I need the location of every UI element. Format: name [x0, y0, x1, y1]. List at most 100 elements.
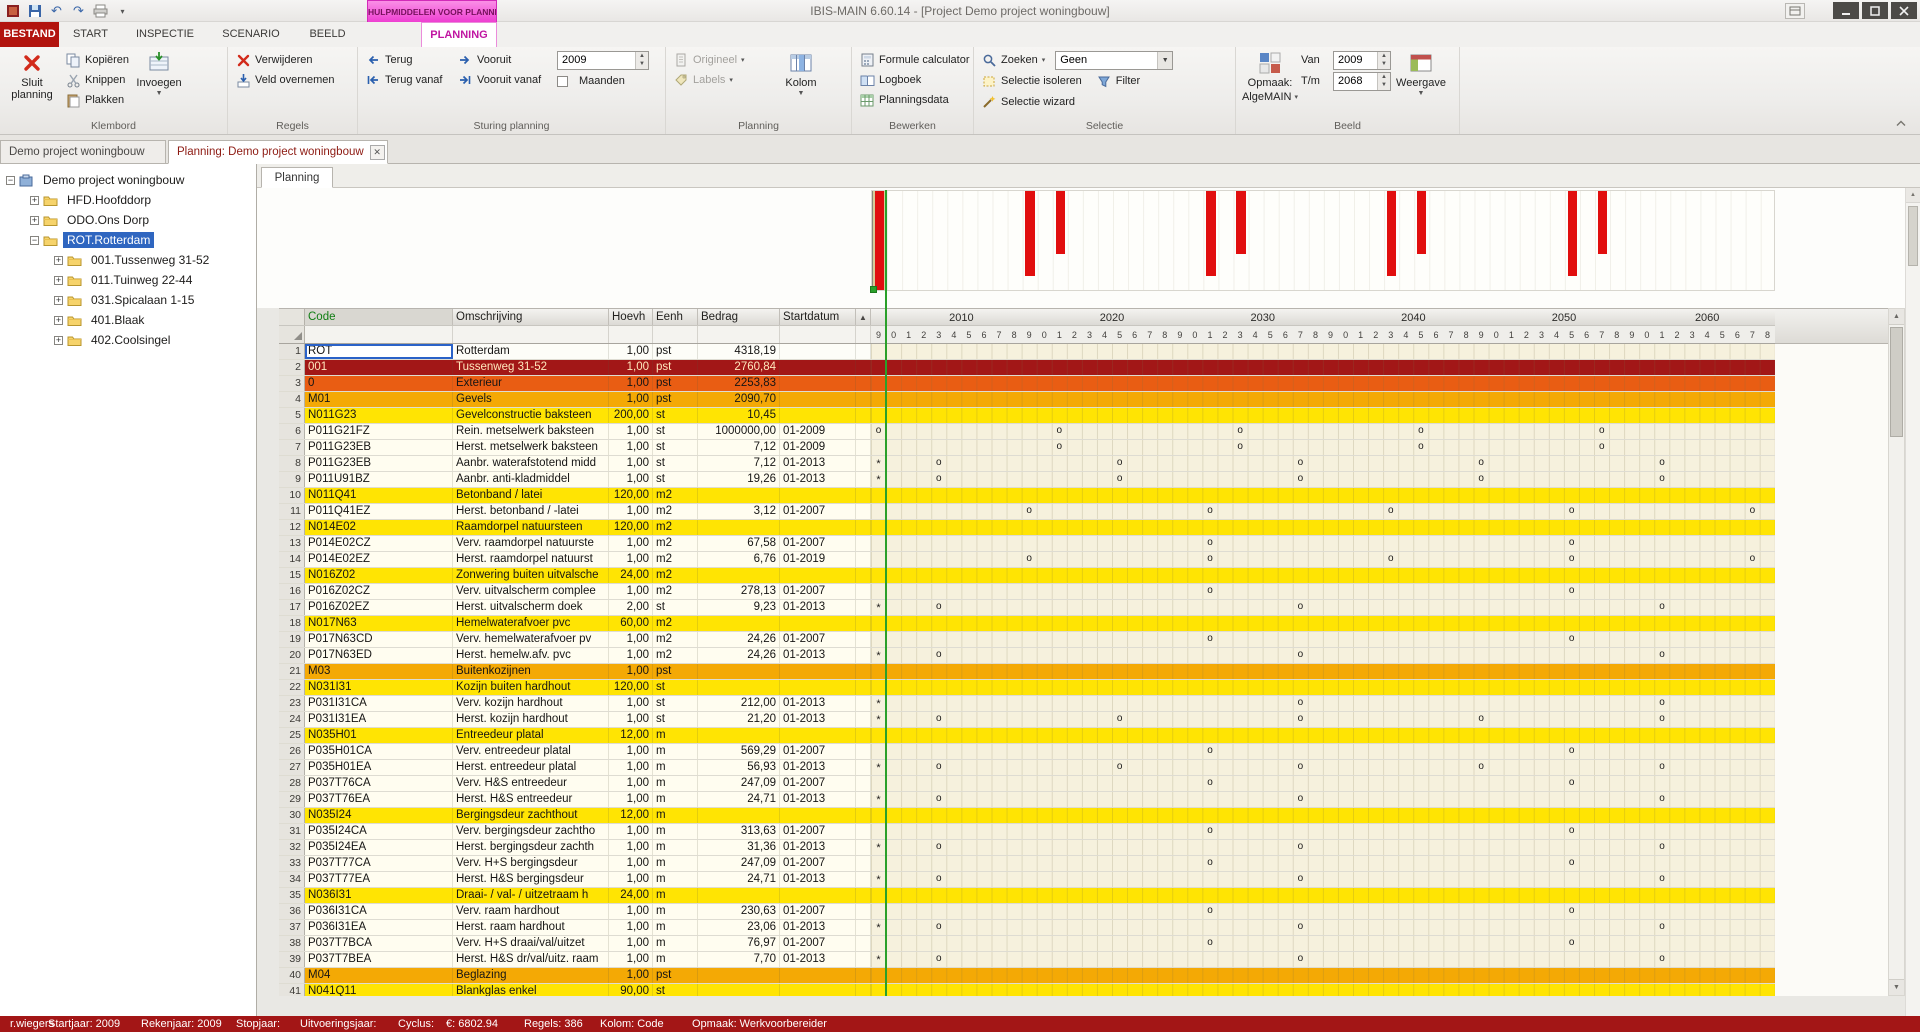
- cell-startdatum[interactable]: 01-2019: [780, 552, 856, 567]
- cell-eenheid[interactable]: m2: [653, 568, 698, 583]
- row-timeline[interactable]: [871, 680, 1775, 695]
- cell-startdatum[interactable]: 01-2013: [780, 712, 856, 727]
- cell-hoeveelheid[interactable]: 120,00: [609, 488, 653, 503]
- row-timeline[interactable]: oo: [871, 584, 1775, 599]
- grid-row[interactable]: 37P036I31EAHerst. raam hardhout1,00m23,0…: [279, 920, 1775, 936]
- cell-eenheid[interactable]: m: [653, 856, 698, 871]
- cell-omschrijving[interactable]: Herst. uitvalscherm doek: [453, 600, 609, 615]
- grid-row[interactable]: 24P031I31EAHerst. kozijn hardhout1,00st2…: [279, 712, 1775, 728]
- row-timeline[interactable]: [871, 360, 1775, 375]
- cell-code[interactable]: N016Z02: [305, 568, 453, 583]
- cell-hoeveelheid[interactable]: 60,00: [609, 616, 653, 631]
- cell-hoeveelheid[interactable]: 1,00: [609, 472, 653, 487]
- close-tab-icon[interactable]: ✕: [370, 145, 385, 160]
- grid-row[interactable]: 16P016Z02CZVerv. uitvalscherm complee1,0…: [279, 584, 1775, 600]
- planning-year-spinner[interactable]: 2009 ▲▼: [557, 51, 649, 70]
- cell-omschrijving[interactable]: Verv. H+S bergingsdeur: [453, 856, 609, 871]
- cell-eenheid[interactable]: pst: [653, 664, 698, 679]
- cell-omschrijving[interactable]: Blankglas enkel: [453, 984, 609, 996]
- terug-vanaf-button[interactable]: Terug vanaf: [361, 70, 453, 90]
- cell-eenheid[interactable]: m2: [653, 536, 698, 551]
- cell-eenheid[interactable]: m: [653, 904, 698, 919]
- cell-code[interactable]: N011Q41: [305, 488, 453, 503]
- cell-hoeveelheid[interactable]: 1,00: [609, 712, 653, 727]
- row-timeline[interactable]: *ooooo: [871, 472, 1775, 487]
- row-timeline[interactable]: [871, 520, 1775, 535]
- cell-startdatum[interactable]: [780, 376, 856, 391]
- cell-omschrijving[interactable]: Verv. raam hardhout: [453, 904, 609, 919]
- cell-bedrag[interactable]: 4318,19: [698, 344, 780, 359]
- cell-hoeveelheid[interactable]: 1,00: [609, 696, 653, 711]
- cell-eenheid[interactable]: st: [653, 696, 698, 711]
- grid-row[interactable]: 5N011G23Gevelconstructie baksteen200,00s…: [279, 408, 1775, 424]
- grid-row[interactable]: 6P011G21FZRein. metselwerk baksteen1,00s…: [279, 424, 1775, 440]
- grid-row[interactable]: 11P011Q41EZHerst. betonband / -latei1,00…: [279, 504, 1775, 520]
- logboek-button[interactable]: Logboek: [855, 70, 973, 90]
- cell-startdatum[interactable]: 01-2013: [780, 792, 856, 807]
- tab-planning-document[interactable]: Planning: Demo project woningbouw ✕: [168, 140, 388, 164]
- cell-bedrag[interactable]: [698, 616, 780, 631]
- cell-eenheid[interactable]: st: [653, 680, 698, 695]
- cell-hoeveelheid[interactable]: 1,00: [609, 744, 653, 759]
- cell-startdatum[interactable]: 01-2007: [780, 504, 856, 519]
- cell-bedrag[interactable]: [698, 968, 780, 983]
- combo-caret-icon[interactable]: ▼: [1157, 52, 1172, 69]
- cell-code[interactable]: P011U91BZ: [305, 472, 453, 487]
- cell-code[interactable]: P037T77EA: [305, 872, 453, 887]
- grid-row[interactable]: 7P011G23EBHerst. metselwerk baksteen1,00…: [279, 440, 1775, 456]
- scroll-up-icon[interactable]: ▲: [1889, 309, 1904, 325]
- grid-row[interactable]: 28P037T76CAVerv. H&S entreedeur1,00m247,…: [279, 776, 1775, 792]
- cell-bedrag[interactable]: 10,45: [698, 408, 780, 423]
- cell-startdatum[interactable]: [780, 888, 856, 903]
- cell-bedrag[interactable]: [698, 680, 780, 695]
- spin-down-icon[interactable]: ▼: [1378, 60, 1390, 69]
- tab-planning[interactable]: PLANNING: [421, 22, 497, 47]
- cell-eenheid[interactable]: m2: [653, 632, 698, 647]
- grid-vertical-scrollbar[interactable]: ▲ ▼: [1888, 308, 1905, 996]
- grid-row[interactable]: 12N014E02Raamdorpel natuursteen120,00m2: [279, 520, 1775, 536]
- cell-hoeveelheid[interactable]: 1,00: [609, 920, 653, 935]
- grid-row[interactable]: 26P035H01CAVerv. entreedeur platal1,00m5…: [279, 744, 1775, 760]
- cell-startdatum[interactable]: 01-2009: [780, 440, 856, 455]
- tab-inspectie[interactable]: INSPECTIE: [122, 22, 208, 47]
- row-timeline[interactable]: *oo: [871, 696, 1775, 711]
- cell-startdatum[interactable]: 01-2013: [780, 872, 856, 887]
- cell-code[interactable]: N035I24: [305, 808, 453, 823]
- tree-item[interactable]: +401.Blaak: [0, 310, 256, 330]
- grid-row[interactable]: 9P011U91BZAanbr. anti-kladmiddel1,00st19…: [279, 472, 1775, 488]
- grid-row[interactable]: 33P037T77CAVerv. H+S bergingsdeur1,00m24…: [279, 856, 1775, 872]
- cell-bedrag[interactable]: [698, 568, 780, 583]
- cell-code[interactable]: P014E02CZ: [305, 536, 453, 551]
- scrollbar-thumb[interactable]: [1890, 327, 1903, 437]
- filter-cell-startdatum[interactable]: [780, 326, 856, 343]
- grid-row[interactable]: 13P014E02CZVerv. raamdorpel natuurste1,0…: [279, 536, 1775, 552]
- cell-hoeveelheid[interactable]: 1,00: [609, 760, 653, 775]
- cell-hoeveelheid[interactable]: 1,00: [609, 632, 653, 647]
- selectie-wizard-button[interactable]: Selectie wizard: [977, 92, 1079, 112]
- cell-omschrijving[interactable]: Verv. kozijn hardhout: [453, 696, 609, 711]
- selectie-isoleren-button[interactable]: Selectie isoleren: [977, 71, 1086, 91]
- plakken-button[interactable]: Plakken: [61, 90, 133, 110]
- cell-eenheid[interactable]: m: [653, 776, 698, 791]
- planningsdata-button[interactable]: Planningsdata: [855, 90, 973, 110]
- labels-button[interactable]: Labels▾: [669, 70, 773, 90]
- qat-customize-caret-icon[interactable]: ▾: [114, 3, 131, 20]
- cell-startdatum[interactable]: 01-2013: [780, 952, 856, 967]
- row-timeline[interactable]: oo: [871, 776, 1775, 791]
- row-timeline[interactable]: [871, 808, 1775, 823]
- cell-bedrag[interactable]: 247,09: [698, 776, 780, 791]
- cell-code[interactable]: N011G23: [305, 408, 453, 423]
- cell-code[interactable]: P037T76CA: [305, 776, 453, 791]
- spinner-buttons[interactable]: ▲▼: [635, 52, 648, 69]
- cell-bedrag[interactable]: 313,63: [698, 824, 780, 839]
- cell-eenheid[interactable]: st: [653, 712, 698, 727]
- grid-row[interactable]: 8P011G23EBAanbr. waterafstotend midd1,00…: [279, 456, 1775, 472]
- cell-hoeveelheid[interactable]: 1,00: [609, 872, 653, 887]
- undo-icon[interactable]: ↶: [48, 3, 65, 20]
- row-timeline[interactable]: [871, 888, 1775, 903]
- spin-up-icon[interactable]: ▲: [1378, 73, 1390, 82]
- formule-calculator-button[interactable]: Formule calculator: [855, 50, 973, 70]
- tree-item[interactable]: +031.Spicalaan 1-15: [0, 290, 256, 310]
- grid-row[interactable]: 14P014E02EZHerst. raamdorpel natuurst1,0…: [279, 552, 1775, 568]
- tree-item[interactable]: −ROT.Rotterdam: [0, 230, 256, 250]
